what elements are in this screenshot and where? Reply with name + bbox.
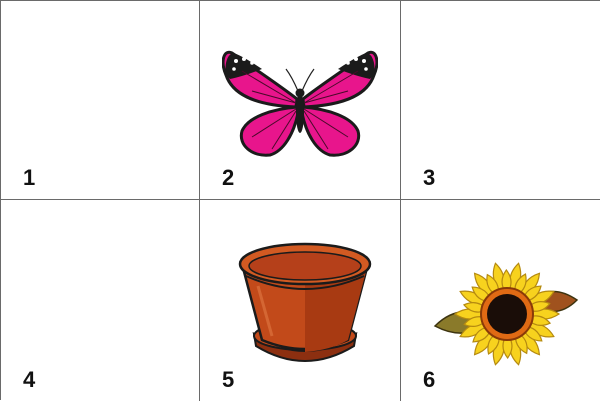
sunflower-icon — [433, 262, 579, 366]
grid-cell-4[interactable]: 4 — [1, 200, 200, 401]
flower-pot-icon — [238, 242, 372, 362]
cell-number: 6 — [423, 367, 436, 392]
cell-number: 4 — [23, 367, 36, 392]
cell-number: 5 — [222, 367, 235, 392]
grid-cell-1[interactable]: 1 — [1, 1, 200, 200]
grid-cell-6[interactable]: 6 — [401, 200, 600, 401]
grid-cell-5[interactable]: 5 — [200, 200, 401, 401]
butterfly-icon — [222, 50, 378, 157]
cell-number: 2 — [222, 165, 235, 190]
picture-grid: 1 2 3 4 5 6 — [0, 0, 600, 401]
grid-cell-3[interactable]: 3 — [401, 1, 600, 200]
grid-cell-2[interactable]: 2 — [200, 1, 401, 200]
cell-number: 1 — [23, 165, 36, 190]
cell-number: 3 — [423, 165, 436, 190]
